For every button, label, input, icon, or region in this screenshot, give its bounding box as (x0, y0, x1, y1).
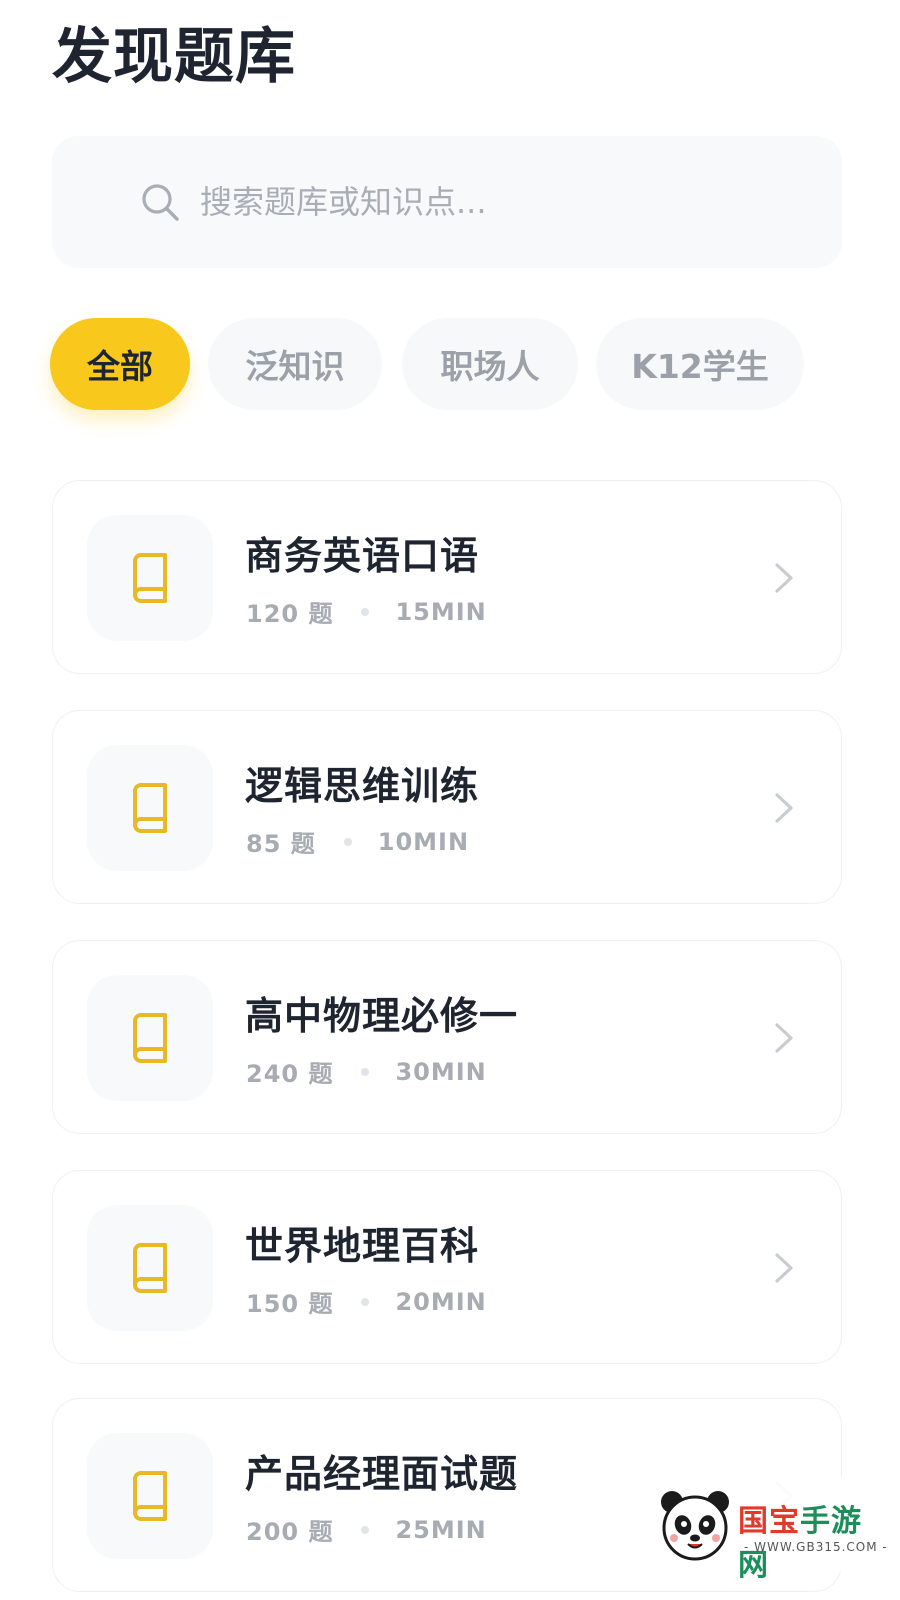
filter-tab-all[interactable]: 全部 (50, 318, 190, 410)
bank-card[interactable]: 高中物理必修一 240 题 30MIN (52, 940, 842, 1134)
book-icon (133, 783, 167, 833)
bank-card[interactable]: 商务英语口语 120 题 15MIN (52, 480, 842, 674)
book-icon (133, 1471, 167, 1521)
bank-card[interactable]: 逻辑思维训练 85 题 10MIN (52, 710, 842, 904)
duration: 30MIN (395, 1057, 487, 1086)
page-title: 发现题库 (52, 22, 296, 92)
book-icon (133, 1243, 167, 1293)
bank-meta: 120 题 15MIN (246, 594, 487, 629)
panda-logo-icon (661, 1491, 729, 1561)
bank-title: 商务英语口语 (245, 534, 480, 578)
book-icon (133, 1013, 167, 1063)
chevron-right-icon (775, 563, 793, 593)
search-bar[interactable] (52, 136, 842, 268)
bank-thumbnail (87, 745, 213, 871)
chevron-right-icon (775, 793, 793, 823)
bank-title: 世界地理百科 (245, 1224, 480, 1268)
separator-dot (361, 1297, 370, 1306)
bank-meta: 200 题 25MIN (246, 1512, 487, 1547)
bank-meta: 85 题 10MIN (246, 824, 469, 859)
bank-thumbnail (87, 1205, 213, 1331)
chevron-right-icon (775, 1253, 793, 1283)
separator-dot (361, 607, 370, 616)
bank-meta: 240 题 30MIN (246, 1054, 487, 1089)
watermark-url: - WWW.GB315.COM - (744, 1540, 888, 1554)
question-count: 150 题 (246, 1290, 334, 1318)
bank-title: 逻辑思维训练 (245, 764, 480, 808)
bank-title: 高中物理必修一 (245, 994, 519, 1038)
separator-dot (343, 837, 352, 846)
separator-dot (361, 1067, 370, 1076)
search-input[interactable] (200, 183, 760, 221)
bank-meta: 150 题 20MIN (246, 1284, 487, 1319)
duration: 15MIN (395, 597, 487, 626)
duration: 20MIN (395, 1287, 487, 1316)
chevron-right-icon (775, 1023, 793, 1053)
filter-tab-general-knowledge[interactable]: 泛知识 (208, 318, 382, 410)
question-count: 200 题 (246, 1518, 334, 1546)
bank-card[interactable]: 世界地理百科 150 题 20MIN (52, 1170, 842, 1364)
duration: 25MIN (395, 1515, 487, 1544)
site-watermark: 国宝手游网 - WWW.GB315.COM - (640, 1476, 892, 1583)
bank-thumbnail (87, 515, 213, 641)
bank-thumbnail (87, 975, 213, 1101)
filter-tab-k12[interactable]: K12学生 (596, 318, 804, 410)
filter-tab-professional[interactable]: 职场人 (402, 318, 578, 410)
separator-dot (361, 1525, 370, 1534)
bank-title: 产品经理面试题 (245, 1452, 519, 1496)
question-count: 240 题 (246, 1060, 334, 1088)
book-icon (133, 553, 167, 603)
question-count: 120 题 (246, 600, 334, 628)
duration: 10MIN (377, 827, 470, 856)
question-count: 85 题 (246, 830, 316, 858)
discover-page: 发现题库 全部 泛知识 职场人 K12学生 商务英语口语 120 题 15MIN (0, 0, 900, 1600)
watermark-brand-1: 国宝 (738, 1504, 800, 1539)
search-icon (142, 184, 179, 221)
bank-thumbnail (87, 1433, 213, 1559)
